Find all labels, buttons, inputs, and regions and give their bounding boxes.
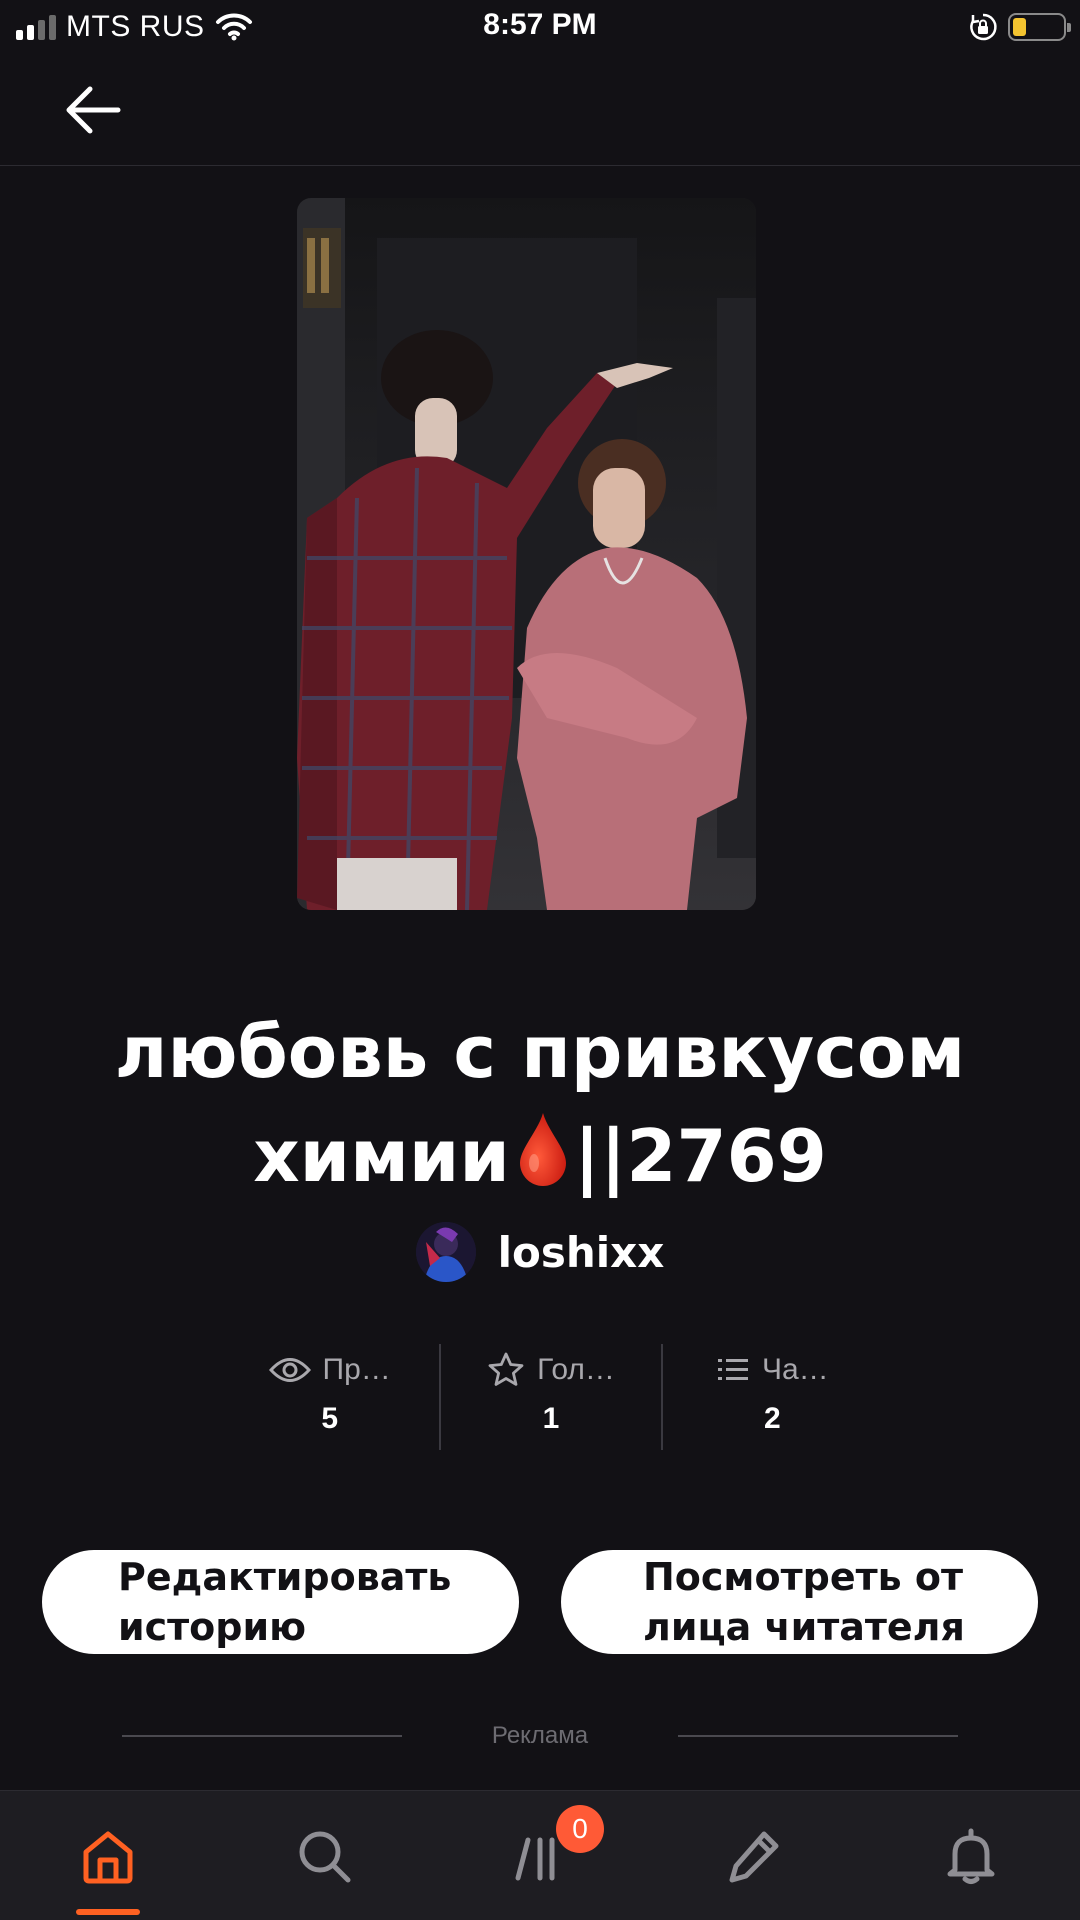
battery-icon <box>1008 13 1071 41</box>
home-icon <box>83 1831 133 1884</box>
pencil-icon <box>729 1831 779 1883</box>
library-badge: 0 <box>556 1805 604 1853</box>
story-title-line2: химии <box>253 1114 510 1198</box>
stat-parts-value: 2 <box>763 1402 781 1435</box>
ad-label: Реклама <box>491 1722 589 1749</box>
stat-votes: Гол… 1 <box>439 1344 660 1450</box>
blood-drop-icon <box>519 1113 566 1186</box>
clock: 8:57 PM <box>483 8 597 41</box>
ad-divider: Реклама <box>122 1720 958 1752</box>
stat-votes-label: Гол… <box>537 1353 615 1386</box>
nav-home[interactable] <box>48 1791 168 1920</box>
active-tab-indicator <box>76 1909 140 1915</box>
author-avatar[interactable] <box>415 1222 476 1282</box>
reader-preview-label-line2: лица читателя <box>643 1605 965 1649</box>
nav-search[interactable] <box>264 1791 384 1920</box>
stat-parts-label: Ча… <box>761 1353 829 1386</box>
story-title-suffix: ||2769 <box>573 1114 827 1198</box>
story-cover-image[interactable] <box>297 198 756 910</box>
nav-notifications[interactable] <box>911 1791 1031 1920</box>
reader-preview-button[interactable]: Посмотреть от лица читателя <box>561 1550 1038 1654</box>
edit-story-label-line2: историю <box>118 1605 307 1649</box>
divider-line-right <box>678 1735 958 1737</box>
stat-parts: Ча… 2 <box>660 1344 882 1450</box>
status-bar: MTS RUS 8:57 PM <box>0 0 1080 54</box>
search-icon <box>299 1831 351 1883</box>
cover-photo <box>297 198 756 910</box>
top-bar <box>0 54 1080 166</box>
arrow-left-icon <box>66 86 121 134</box>
author-link[interactable]: loshixx <box>0 1222 1080 1282</box>
eye-icon <box>268 1358 311 1382</box>
rotation-lock-icon <box>970 13 997 41</box>
author-name[interactable]: loshixx <box>498 1228 665 1277</box>
story-stats: Пр… 5 Гол… 1 Ча… 2 <box>220 1344 882 1450</box>
stat-reads: Пр… 5 <box>220 1344 439 1450</box>
star-icon <box>488 1352 524 1386</box>
edit-story-label-line1: Редактировать <box>118 1555 452 1599</box>
story-title: любовь с привкусом химии ||2769 <box>60 1000 1020 1208</box>
stat-votes-value: 1 <box>542 1402 560 1435</box>
list-icon <box>717 1359 748 1380</box>
divider-line-left <box>122 1735 402 1737</box>
edit-story-button[interactable]: Редактировать историю <box>42 1550 519 1654</box>
stat-reads-label: Пр… <box>322 1353 391 1386</box>
bottom-nav: 0 <box>0 1790 1080 1920</box>
back-button[interactable] <box>58 80 128 140</box>
stat-reads-value: 5 <box>321 1402 338 1435</box>
story-title-line1: любовь с привкусом <box>114 1010 966 1094</box>
nav-write[interactable] <box>694 1791 814 1920</box>
bell-icon <box>947 1828 995 1884</box>
reader-preview-label-line1: Посмотреть от <box>643 1555 964 1599</box>
